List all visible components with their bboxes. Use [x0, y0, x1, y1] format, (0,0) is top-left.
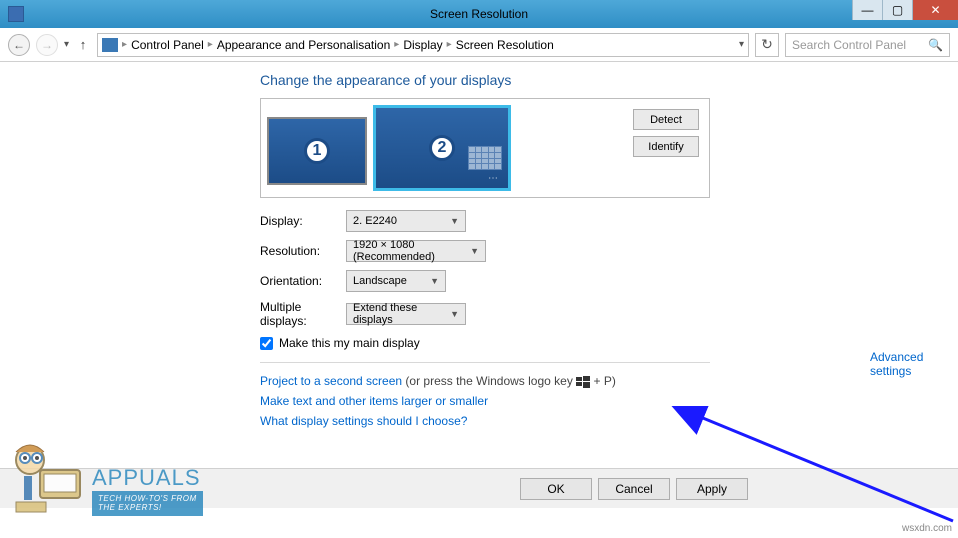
chevron-right-icon: ▸ — [208, 39, 213, 50]
navbar: ← → ▾ ↑ ▸ Control Panel ▸ Appearance and… — [0, 28, 958, 62]
resize-handle-icon: ⋯ — [488, 173, 500, 184]
project-hint-2: + P) — [594, 374, 616, 388]
main-display-checkbox[interactable] — [260, 337, 273, 350]
window-controls: — ▢ ✕ — [852, 0, 958, 20]
minimize-button[interactable]: — — [852, 0, 882, 20]
watermark-tagline: THE EXPERTS! — [98, 503, 197, 513]
chevron-down-icon: ▼ — [450, 309, 459, 319]
chevron-down-icon: ▼ — [450, 216, 459, 226]
breadcrumb-dropdown-icon[interactable]: ▾ — [739, 39, 744, 50]
close-button[interactable]: ✕ — [912, 0, 958, 20]
multiple-displays-select[interactable]: Extend these displays▼ — [346, 303, 466, 325]
resolution-select[interactable]: 1920 × 1080 (Recommended)▼ — [346, 240, 486, 262]
windows-key-icon — [576, 376, 590, 388]
detect-button[interactable]: Detect — [633, 109, 699, 130]
chevron-down-icon: ▼ — [430, 276, 439, 286]
ok-button[interactable]: OK — [520, 478, 592, 500]
main-display-label: Make this my main display — [279, 336, 420, 350]
back-button[interactable]: ← — [8, 34, 30, 56]
chevron-right-icon: ▸ — [122, 39, 127, 50]
watermark: APPUALS TECH HOW-TO'S FROM THE EXPERTS! — [6, 442, 203, 516]
project-second-screen-link[interactable]: Project to a second screen — [260, 374, 402, 388]
resolution-label: Resolution: — [260, 244, 346, 258]
help-link[interactable]: What display settings should I choose? — [260, 414, 467, 428]
identify-button[interactable]: Identify — [633, 136, 699, 157]
orientation-select[interactable]: Landscape▼ — [346, 270, 446, 292]
app-icon — [8, 6, 24, 22]
apply-button[interactable]: Apply — [676, 478, 748, 500]
cancel-button[interactable]: Cancel — [598, 478, 670, 500]
breadcrumb[interactable]: ▸ Control Panel ▸ Appearance and Persona… — [97, 33, 749, 57]
monitor-grid-icon — [468, 146, 502, 170]
breadcrumb-item[interactable]: Appearance and Personalisation — [217, 38, 390, 52]
breadcrumb-item[interactable]: Control Panel — [131, 38, 204, 52]
appuals-mascot-icon — [6, 442, 86, 516]
settings-form: Display: 2. E2240▼ Resolution: 1920 × 10… — [260, 210, 958, 431]
titlebar: Screen Resolution — ▢ ✕ — [0, 0, 958, 28]
watermark-brand: APPUALS — [92, 465, 203, 491]
chevron-down-icon: ▼ — [470, 246, 479, 256]
project-hint: (or press the Windows logo key — [405, 374, 576, 388]
multiple-displays-label: Multiple displays: — [260, 300, 346, 328]
watermark-tagline: TECH HOW-TO'S FROM — [98, 494, 197, 504]
monitor-number: 2 — [429, 135, 455, 161]
image-credit: wsxdn.com — [902, 523, 952, 534]
search-placeholder: Search Control Panel — [792, 38, 906, 52]
display-preview: 1 2 ⋯ Detect Identify — [260, 98, 710, 198]
search-icon[interactable]: 🔍 — [928, 38, 943, 52]
advanced-settings-link[interactable]: Advanced settings — [870, 350, 923, 378]
monitor-number: 1 — [304, 138, 330, 164]
refresh-button[interactable]: ↻ — [755, 33, 779, 57]
history-dropdown-icon[interactable]: ▾ — [64, 39, 69, 50]
chevron-right-icon: ▸ — [447, 39, 452, 50]
window-title: Screen Resolution — [430, 7, 528, 21]
monitor-1[interactable]: 1 — [267, 117, 367, 185]
chevron-right-icon: ▸ — [394, 39, 399, 50]
separator — [260, 362, 710, 363]
maximize-button[interactable]: ▢ — [882, 0, 912, 20]
search-input[interactable]: Search Control Panel 🔍 — [785, 33, 950, 57]
page-title: Change the appearance of your displays — [260, 72, 958, 88]
larger-text-link[interactable]: Make text and other items larger or smal… — [260, 394, 488, 408]
control-panel-icon — [102, 38, 118, 52]
content: Change the appearance of your displays 1… — [0, 62, 958, 478]
forward-button[interactable]: → — [36, 34, 58, 56]
display-label: Display: — [260, 214, 346, 228]
monitor-2[interactable]: 2 ⋯ — [373, 105, 511, 191]
breadcrumb-item[interactable]: Display — [403, 38, 442, 52]
up-button[interactable]: ↑ — [75, 37, 91, 53]
display-select[interactable]: 2. E2240▼ — [346, 210, 466, 232]
orientation-label: Orientation: — [260, 274, 346, 288]
breadcrumb-item[interactable]: Screen Resolution — [456, 38, 554, 52]
